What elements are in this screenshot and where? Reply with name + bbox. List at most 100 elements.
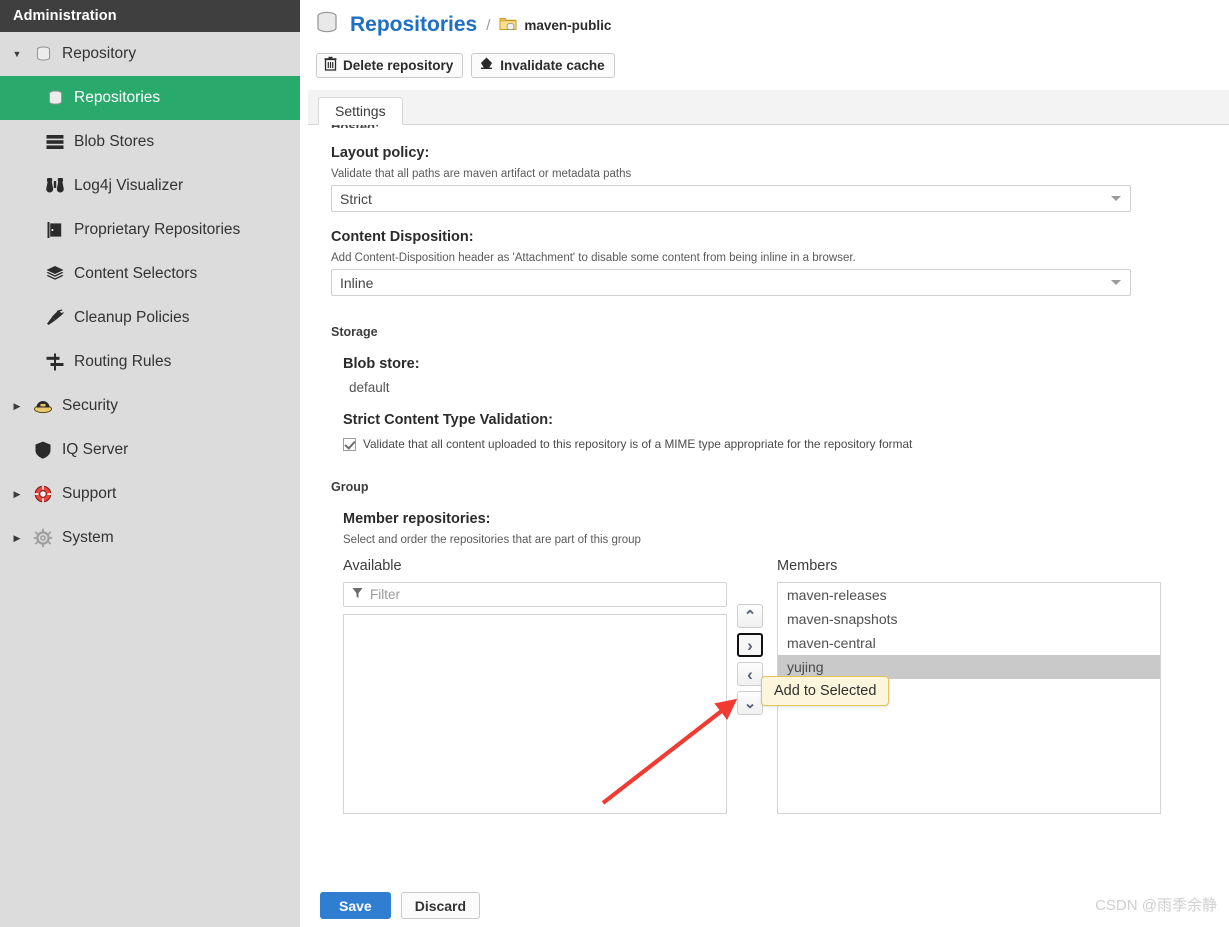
breadcrumb: Repositories / maven-public <box>308 8 1229 42</box>
strict-content-type-row[interactable]: Validate that all content uploaded to th… <box>343 437 1209 451</box>
sidebar-item-iq-server[interactable]: ▶IQ Server <box>0 428 300 472</box>
dual-list-selector: Available Filter ⌃ › ‹ ⌄ <box>343 558 1209 814</box>
list-item[interactable]: maven-snapshots <box>778 607 1160 631</box>
sidebar-item-system[interactable]: ▶ System <box>0 516 300 560</box>
content-disposition-select[interactable]: Inline <box>331 269 1131 296</box>
sidebar-item-label: System <box>62 529 114 547</box>
sidebar-item-label: Blob Stores <box>74 133 154 151</box>
signpost-icon <box>40 352 70 372</box>
caret-right-icon[interactable]: ▶ <box>6 402 28 411</box>
filter-placeholder: Filter <box>370 587 400 602</box>
caret-right-icon[interactable]: ▶ <box>6 490 28 499</box>
chevron-right-icon: › <box>747 637 753 654</box>
add-to-selected-button[interactable]: › <box>737 633 763 657</box>
remove-from-selected-button[interactable]: ‹ <box>737 662 763 686</box>
sidebar-item-log4j-visualizer[interactable]: ▶Log4j Visualizer <box>0 164 300 208</box>
sidebar-item-routing-rules[interactable]: ▶Routing Rules <box>0 340 300 384</box>
sidebar-header: Administration <box>0 0 300 32</box>
sidebar-item-proprietary-repositories[interactable]: ▶Proprietary Repositories <box>0 208 300 252</box>
sidebar-item-label: Security <box>62 397 118 415</box>
sidebar-nav: ▼Repository▶Repositories▶Blob Stores▶Log… <box>0 32 300 560</box>
main-content: Repositories / maven-public <box>300 0 1229 927</box>
storage-section-title: Storage <box>331 325 1209 339</box>
layout-policy-select[interactable]: Strict <box>331 185 1131 212</box>
sidebar-item-label: Routing Rules <box>74 353 171 371</box>
chevron-down-icon <box>1111 196 1121 201</box>
clipped-field-above: Hosted: <box>331 125 1209 128</box>
sidebar-item-security[interactable]: ▶ Security <box>0 384 300 428</box>
member-repositories-label: Member repositories: <box>343 511 1209 527</box>
layers-icon <box>40 264 70 284</box>
sidebar-item-content-selectors[interactable]: ▶Content Selectors <box>0 252 300 296</box>
strict-content-type-checkbox[interactable] <box>343 438 356 451</box>
blob-store-value: default <box>343 380 1209 395</box>
shield-icon <box>28 440 58 460</box>
move-up-button[interactable]: ⌃ <box>737 604 763 628</box>
page-title[interactable]: Repositories <box>350 13 477 37</box>
sidebar-item-label: Log4j Visualizer <box>74 177 183 195</box>
delete-repository-label: Delete repository <box>343 58 453 73</box>
save-button[interactable]: Save <box>320 892 391 919</box>
sidebar-item-cleanup-policies[interactable]: ▶Cleanup Policies <box>0 296 300 340</box>
chevron-down-icon: ⌄ <box>744 696 757 711</box>
funnel-icon <box>352 587 363 602</box>
sidebar-item-label: Proprietary Repositories <box>74 221 240 239</box>
tooltip-add-to-selected: Add to Selected <box>761 676 889 706</box>
sidebar-item-blob-stores[interactable]: ▶Blob Stores <box>0 120 300 164</box>
sidebar-item-label: Support <box>62 485 116 503</box>
chevron-down-icon <box>1111 280 1121 285</box>
trash-icon <box>324 56 337 74</box>
lifering-icon <box>28 484 58 504</box>
delete-repository-button[interactable]: Delete repository <box>316 53 463 78</box>
layout-policy-value: Strict <box>340 191 372 207</box>
eraser-icon <box>479 56 494 74</box>
database-icon <box>28 45 58 64</box>
available-list[interactable] <box>343 614 727 814</box>
tab-settings[interactable]: Settings <box>318 97 403 125</box>
strict-content-type-label: Strict Content Type Validation: <box>343 412 1209 428</box>
police-cap-icon <box>28 396 58 416</box>
chevron-left-icon: ‹ <box>747 666 753 683</box>
watermark: CSDN @雨季余静 <box>1095 894 1217 915</box>
layout-policy-help: Validate that all paths are maven artifa… <box>331 168 1209 180</box>
server-icon <box>40 132 70 152</box>
sidebar-item-label: Repository <box>62 45 136 63</box>
binoculars-icon <box>40 176 70 196</box>
breadcrumb-separator: / <box>486 17 490 34</box>
caret-right-icon[interactable]: ▶ <box>6 534 28 543</box>
toolbar: Delete repository Invalidate cache <box>308 42 1229 82</box>
filter-input[interactable]: Filter <box>343 582 727 607</box>
sidebar: Administration ▼Repository▶Repositories▶… <box>0 0 300 927</box>
broom-icon <box>40 308 70 328</box>
sidebar-item-repository[interactable]: ▼ Repository <box>0 32 300 76</box>
list-item[interactable]: maven-releases <box>778 583 1160 607</box>
door-icon <box>40 220 70 240</box>
list-item[interactable]: maven-central <box>778 631 1160 655</box>
sidebar-item-label: Repositories <box>74 89 160 107</box>
content-disposition-label: Content Disposition: <box>331 229 1209 245</box>
move-down-button[interactable]: ⌄ <box>737 691 763 715</box>
sidebar-item-repositories[interactable]: ▶Repositories <box>0 76 300 120</box>
gear-icon <box>28 528 58 548</box>
sidebar-item-label: IQ Server <box>62 441 128 459</box>
strict-content-type-text: Validate that all content uploaded to th… <box>363 437 912 451</box>
discard-button[interactable]: Discard <box>401 892 480 919</box>
members-header: Members <box>777 558 1161 574</box>
storage-section: Blob store: default Strict Content Type … <box>331 356 1209 451</box>
breadcrumb-leaf: maven-public <box>524 18 611 33</box>
invalidate-cache-button[interactable]: Invalidate cache <box>471 53 614 78</box>
sidebar-item-label: Content Selectors <box>74 265 197 283</box>
content-disposition-help: Add Content-Disposition header as 'Attac… <box>331 252 1209 264</box>
chevron-up-icon: ⌃ <box>744 609 757 624</box>
available-pane: Available Filter <box>343 558 727 814</box>
caret-down-icon[interactable]: ▼ <box>6 50 28 59</box>
invalidate-cache-label: Invalidate cache <box>500 58 604 73</box>
layout-policy-label: Layout policy: <box>331 145 1209 161</box>
content-disposition-value: Inline <box>340 275 373 291</box>
sidebar-item-support[interactable]: ▶ Support <box>0 472 300 516</box>
group-repository-icon <box>499 15 517 35</box>
blob-store-label: Blob store: <box>343 356 1209 372</box>
page-header: Repositories / maven-public <box>300 0 1229 125</box>
form-actions: Save Discard <box>320 892 480 919</box>
tab-strip: Settings <box>308 90 1229 125</box>
